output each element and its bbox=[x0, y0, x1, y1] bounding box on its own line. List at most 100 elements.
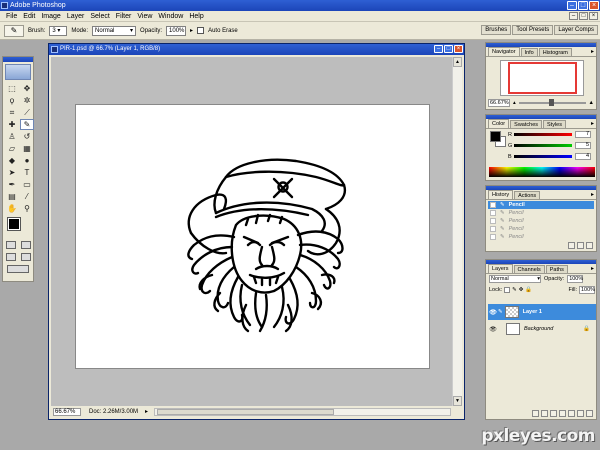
tab-swatches[interactable]: Swatches bbox=[510, 120, 543, 128]
list-item[interactable]: ✎ Pencil bbox=[488, 209, 594, 217]
history-brush-source-icon[interactable] bbox=[490, 218, 496, 224]
zoom-out-icon[interactable]: ▴ bbox=[513, 100, 516, 106]
pen-tool-icon[interactable]: ✒ bbox=[5, 179, 19, 190]
document-titlebar[interactable]: PIR-1.psd @ 66.7% (Layer 1, RGB/8) – □ × bbox=[49, 44, 464, 55]
crop-tool-icon[interactable]: ⌗ bbox=[5, 107, 19, 118]
tab-paths[interactable]: Paths bbox=[545, 265, 568, 273]
navigator-zoom-slider[interactable] bbox=[518, 98, 586, 106]
notes-tool-icon[interactable]: ▤ bbox=[5, 191, 19, 202]
tab-info[interactable]: Info bbox=[520, 48, 538, 56]
type-tool-icon[interactable]: T bbox=[20, 167, 34, 178]
delete-layer-icon[interactable] bbox=[586, 410, 593, 417]
shape-tool-icon[interactable]: ▭ bbox=[20, 179, 34, 190]
image-canvas[interactable] bbox=[75, 104, 430, 369]
layer-style-icon[interactable] bbox=[541, 410, 548, 417]
list-item[interactable]: ✎ Pencil bbox=[488, 225, 594, 233]
tab-navigator[interactable]: Navigator bbox=[488, 47, 520, 56]
hand-tool-icon[interactable]: ✋ bbox=[5, 203, 19, 214]
history-brush-source-icon[interactable] bbox=[490, 210, 496, 216]
eraser-tool-icon[interactable]: ▱ bbox=[5, 143, 19, 154]
menu-edit[interactable]: Edit bbox=[20, 13, 38, 20]
layers-panel-menu-icon[interactable]: ▸ bbox=[591, 265, 594, 273]
doc-restore-button[interactable]: □ bbox=[579, 12, 588, 20]
history-brush-icon[interactable]: ↺ bbox=[20, 131, 34, 142]
pencil-tool-icon[interactable]: ✎ bbox=[20, 119, 34, 130]
adjustment-layer-icon[interactable] bbox=[559, 410, 566, 417]
marquee-tool-icon[interactable]: ⬚ bbox=[5, 83, 19, 94]
scroll-down-arrow-icon[interactable]: ▼ bbox=[453, 396, 462, 406]
eye-visibility-icon[interactable]: 👁 bbox=[488, 326, 498, 333]
tab-styles[interactable]: Styles bbox=[543, 120, 566, 128]
clone-stamp-icon[interactable]: ♙ bbox=[5, 131, 19, 142]
maximize-button[interactable]: □ bbox=[578, 1, 588, 10]
vertical-scrollbar[interactable]: ▲ ▼ bbox=[452, 57, 462, 406]
dodge-tool-icon[interactable]: ● bbox=[20, 155, 34, 166]
horizontal-scrollbar[interactable] bbox=[154, 408, 451, 416]
lock-position-icon[interactable]: ✥ bbox=[519, 287, 524, 293]
menu-file[interactable]: File bbox=[3, 13, 20, 20]
scroll-up-arrow-icon[interactable]: ▲ bbox=[453, 57, 462, 67]
close-button[interactable]: × bbox=[589, 1, 599, 10]
brush-link-icon[interactable]: ✎ bbox=[498, 309, 503, 315]
document-maximize-button[interactable]: □ bbox=[444, 45, 453, 53]
pencil-tool-preset[interactable]: ✎ bbox=[4, 24, 24, 37]
document-minimize-button[interactable]: – bbox=[434, 45, 443, 53]
red-value-input[interactable]: 7 bbox=[575, 131, 591, 138]
path-selection-icon[interactable]: ➤ bbox=[5, 167, 19, 178]
menu-window[interactable]: Window bbox=[155, 13, 186, 20]
menu-image[interactable]: Image bbox=[38, 13, 63, 20]
list-item[interactable]: ✎ Pencil bbox=[488, 201, 594, 209]
opacity-arrow-icon[interactable]: ▸ bbox=[190, 27, 193, 34]
document-close-button[interactable]: × bbox=[454, 45, 463, 53]
move-tool-icon[interactable]: ✥ bbox=[20, 83, 34, 94]
color-fg-swatch[interactable] bbox=[490, 131, 501, 142]
standard-mode-icon[interactable] bbox=[5, 241, 16, 249]
slice-tool-icon[interactable]: ⟋ bbox=[20, 107, 34, 118]
tab-histogram[interactable]: Histogram bbox=[538, 48, 572, 56]
mode-select[interactable]: Normal ▾ bbox=[92, 25, 137, 36]
magic-wand-icon[interactable]: ✲ bbox=[20, 95, 34, 106]
tab-tool-presets[interactable]: Tool Presets bbox=[512, 25, 554, 35]
history-brush-source-icon[interactable] bbox=[490, 234, 496, 240]
status-menu-arrow-icon[interactable]: ▸ bbox=[145, 407, 152, 417]
green-value-input[interactable]: 5 bbox=[575, 142, 591, 149]
navigator-view-box[interactable] bbox=[508, 62, 577, 94]
menu-layer[interactable]: Layer bbox=[64, 13, 88, 20]
tab-color[interactable]: Color bbox=[488, 119, 510, 128]
minimize-button[interactable]: – bbox=[567, 1, 577, 10]
screen-mode-full-icon[interactable] bbox=[20, 253, 31, 261]
lock-all-icon[interactable]: 🔒 bbox=[525, 287, 532, 293]
zoom-tool-icon[interactable]: ⚲ bbox=[20, 203, 34, 214]
zoom-level-field[interactable]: 66.67% bbox=[53, 408, 81, 416]
history-brush-source-icon[interactable] bbox=[490, 202, 496, 208]
red-slider[interactable] bbox=[514, 133, 572, 136]
jump-to-imageready-icon[interactable] bbox=[7, 265, 29, 273]
doc-close-button[interactable]: × bbox=[589, 12, 598, 20]
doc-minimize-button[interactable]: – bbox=[569, 12, 578, 20]
gradient-tool-icon[interactable]: ▦ bbox=[20, 143, 34, 154]
new-snapshot-icon[interactable] bbox=[577, 242, 584, 249]
quick-mask-icon[interactable] bbox=[20, 241, 31, 249]
auto-erase-checkbox[interactable] bbox=[197, 27, 205, 34]
zoom-in-icon[interactable]: ▲ bbox=[589, 100, 594, 106]
history-brush-source-icon[interactable] bbox=[490, 226, 496, 232]
new-layer-icon[interactable] bbox=[577, 410, 584, 417]
menu-select[interactable]: Select bbox=[87, 13, 112, 20]
new-document-from-state-icon[interactable] bbox=[568, 242, 575, 249]
navigator-zoom-field[interactable]: 66.67% bbox=[488, 98, 510, 107]
menu-view[interactable]: View bbox=[134, 13, 155, 20]
brush-size-picker[interactable]: 3 ▾ bbox=[49, 25, 68, 36]
color-panel-menu-icon[interactable]: ▸ bbox=[591, 120, 594, 128]
healing-brush-icon[interactable]: ✚ bbox=[5, 119, 19, 130]
tab-brushes[interactable]: Brushes bbox=[481, 25, 512, 35]
layer-row-background[interactable]: 👁 Background 🔒 bbox=[488, 321, 596, 337]
list-item[interactable]: ✎ Pencil bbox=[488, 233, 594, 241]
layer-mask-icon[interactable] bbox=[550, 410, 557, 417]
history-panel-menu-icon[interactable]: ▸ bbox=[591, 191, 594, 199]
tab-channels[interactable]: Channels bbox=[513, 265, 545, 273]
tab-actions[interactable]: Actions bbox=[514, 191, 541, 199]
horizontal-scroll-thumb[interactable] bbox=[157, 409, 334, 415]
green-slider[interactable] bbox=[514, 144, 572, 147]
blue-value-input[interactable]: 4 bbox=[575, 153, 591, 160]
tab-history[interactable]: History bbox=[488, 190, 514, 199]
